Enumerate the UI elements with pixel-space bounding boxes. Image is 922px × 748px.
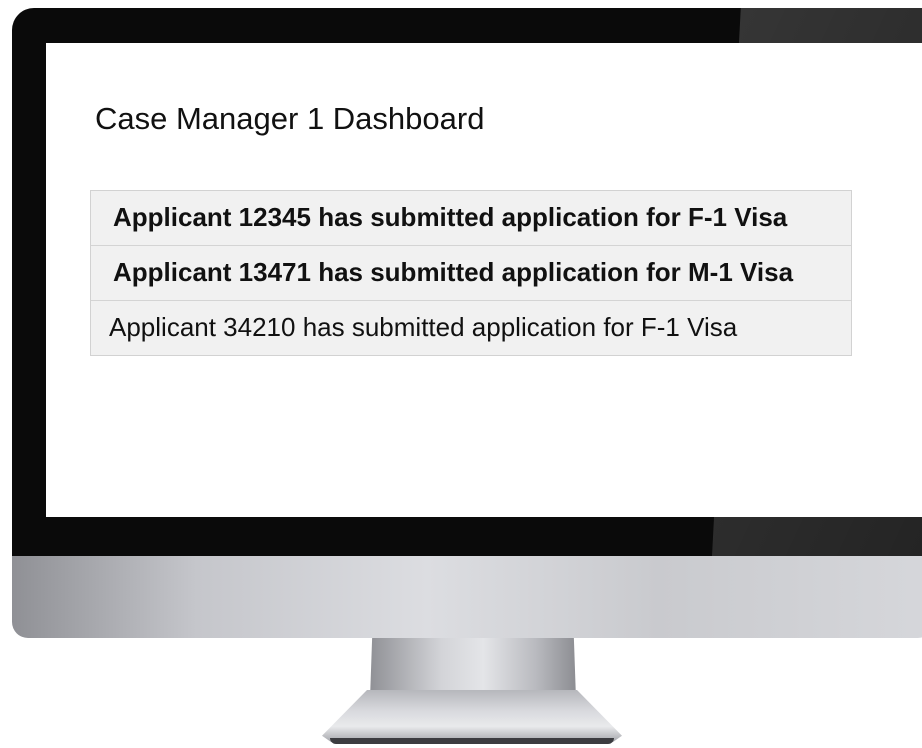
page-title: Case Manager 1 Dashboard	[95, 101, 485, 136]
notification-list: Applicant 12345 has submitted applicatio…	[90, 190, 852, 356]
monitor-stand-base	[322, 690, 622, 742]
monitor-stand-base-edge	[330, 738, 614, 744]
notification-item[interactable]: Applicant 12345 has submitted applicatio…	[91, 191, 851, 246]
notification-item[interactable]: Applicant 34210 has submitted applicatio…	[91, 301, 851, 355]
notification-item[interactable]: Applicant 13471 has submitted applicatio…	[91, 246, 851, 301]
monitor-bezel: Case Manager 1 Dashboard Applicant 12345…	[12, 8, 922, 556]
monitor-stand-neck	[370, 636, 576, 696]
monitor-screen: Case Manager 1 Dashboard Applicant 12345…	[46, 43, 922, 517]
